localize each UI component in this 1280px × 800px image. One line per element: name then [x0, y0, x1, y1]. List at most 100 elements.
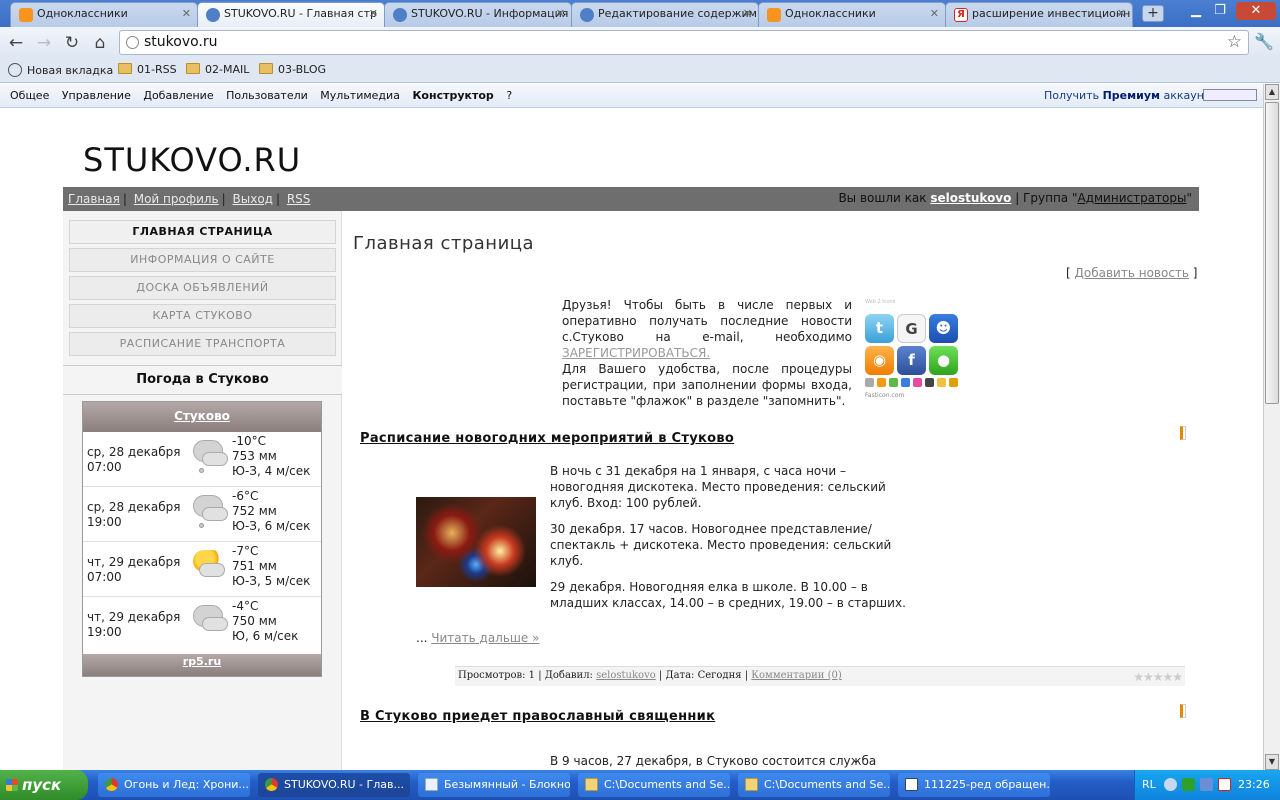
close-icon[interactable]: ✕ — [182, 7, 191, 20]
comments-link[interactable]: Комментарии (0) — [751, 670, 841, 681]
task-explorer-1[interactable]: C:\Documents and Se... — [578, 773, 730, 797]
share-icon[interactable] — [889, 378, 898, 387]
share-icon[interactable] — [877, 378, 886, 387]
admin-menu-media[interactable]: Мультимедиа — [320, 89, 400, 102]
bookmark-new-tab[interactable]: Новая вкладка — [8, 63, 113, 77]
window-close-icon[interactable]: ✕ — [1236, 2, 1276, 20]
group-link[interactable]: Администраторы — [1077, 191, 1186, 205]
bookmark-star-icon[interactable]: ☆ — [1227, 32, 1242, 52]
task-word[interactable]: 111225-ред обращен... — [898, 773, 1050, 797]
sidebar-item-board[interactable]: ДОСКА ОБЪЯВЛЕНИЙ — [69, 276, 336, 300]
weather-widget: Стуково ср, 28 декабря 07:00 -10°C 753 мм Ю… — [82, 401, 322, 677]
weather-city-link[interactable]: Стуково — [174, 409, 230, 423]
admin-menu-help[interactable]: ? — [506, 89, 512, 102]
share-icon[interactable] — [865, 378, 874, 387]
chat-icon[interactable]: ● — [929, 346, 958, 375]
task-notepad[interactable]: Безымянный - Блокнот — [418, 773, 570, 797]
tab-yandex[interactable]: Ярасширение инвестиционн ✕ — [945, 2, 1133, 27]
tray-icon[interactable] — [1182, 778, 1195, 791]
tab-odnoklassniki-2[interactable]: Одноклассники ✕ — [758, 2, 946, 27]
news-title-link[interactable]: В Стуково приедет православный священник — [360, 709, 715, 724]
admin-bar-slider[interactable] — [1203, 89, 1257, 101]
read-more: ... Читать дальше » — [416, 631, 540, 645]
author-link[interactable]: selostukovo — [596, 670, 656, 681]
admin-menu-add[interactable]: Добавление — [143, 89, 213, 102]
minimize-icon[interactable]: ▁ — [1185, 2, 1207, 20]
tray-icon[interactable] — [1218, 778, 1231, 791]
username-link[interactable]: selostukovo — [930, 191, 1011, 205]
close-icon[interactable]: ✕ — [743, 7, 752, 20]
nav-logout-link[interactable]: Выход — [233, 192, 273, 206]
language-indicator[interactable]: RL — [1142, 778, 1156, 791]
scroll-down-icon[interactable]: ▼ — [1265, 754, 1279, 770]
nav-rss-link[interactable]: RSS — [287, 192, 311, 206]
home-icon[interactable]: ⌂ — [89, 32, 111, 54]
cloud-icon — [193, 605, 228, 631]
news-flag-icon[interactable] — [1180, 426, 1186, 440]
rp5-link[interactable]: rp5.ru — [183, 655, 221, 668]
nav-home-link[interactable]: Главная — [68, 192, 120, 206]
sidebar-item-map[interactable]: КАРТА СТУКОВО — [69, 304, 336, 328]
sidebar-item-transport[interactable]: РАСПИСАНИЕ ТРАНСПОРТА — [69, 332, 336, 356]
task-explorer-2[interactable]: C:\Documents and Se... — [738, 773, 890, 797]
tab-stukovo-info[interactable]: STUKOVO.RU - Информация ✕ — [384, 2, 572, 27]
share-icon[interactable] — [937, 378, 946, 387]
bookmark-folder-blog[interactable]: 03-BLOG — [259, 63, 326, 76]
google-icon[interactable]: G — [897, 314, 926, 343]
admin-menu-manage[interactable]: Управление — [62, 89, 131, 102]
close-icon[interactable]: ✕ — [1117, 7, 1126, 20]
intro-text: Друзья! Чтобы быть в числе первых и опер… — [562, 298, 852, 408]
scroll-up-icon[interactable]: ▲ — [1265, 84, 1279, 100]
maximize-icon[interactable]: ❐ — [1209, 2, 1231, 20]
news-title-link[interactable]: Расписание новогодних мероприятий в Стук… — [360, 431, 734, 446]
scroll-thumb[interactable] — [1265, 102, 1279, 404]
news-flag-icon[interactable] — [1180, 704, 1186, 718]
premium-link[interactable]: Получить Премиум аккаунт — [1044, 89, 1210, 102]
bookmark-folder-rss[interactable]: 01-RSS — [118, 63, 177, 76]
task-chrome-2[interactable]: STUKOVO.RU - Глав... — [258, 773, 410, 797]
twitter-icon[interactable]: t — [865, 314, 894, 343]
close-icon[interactable]: ✕ — [556, 7, 565, 20]
facebook-icon[interactable]: f — [897, 346, 926, 375]
start-button[interactable]: пуск — [0, 770, 88, 800]
site-title[interactable]: STUKOVO.RU — [83, 141, 301, 179]
news-body: В 9 часов, 27 декабря, в Стуково состоит… — [550, 754, 877, 768]
tray-icon[interactable] — [1200, 778, 1213, 791]
task-chrome-1[interactable]: Огонь и Лед: Хрони... — [98, 773, 250, 797]
close-icon[interactable]: ✕ — [930, 7, 939, 20]
wrench-icon[interactable]: 🔧 — [1254, 32, 1274, 51]
address-bar[interactable]: stukovo.ru ☆ — [119, 30, 1249, 55]
reload-icon[interactable]: ↻ — [61, 32, 83, 54]
tab-odnoklassniki[interactable]: Одноклассники ✕ — [10, 2, 198, 27]
close-icon[interactable]: ✕ — [369, 7, 378, 20]
rss-icon[interactable]: ◉ — [865, 346, 894, 375]
nav-profile-link[interactable]: Мой профиль — [134, 192, 219, 206]
forward-icon[interactable]: → — [33, 32, 55, 54]
admin-menu-general[interactable]: Общее — [10, 89, 49, 102]
new-tab-button[interactable]: + — [1142, 5, 1164, 22]
rating-stars[interactable]: ★★★★★ — [1133, 670, 1183, 684]
page-scrollbar[interactable]: ▲ ▼ — [1263, 84, 1280, 770]
register-link[interactable]: ЗАРЕГИСТРИРОВАТЬСЯ. — [562, 346, 710, 360]
sidebar-item-home[interactable]: ГЛАВНАЯ СТРАНИЦА — [69, 220, 336, 244]
tab-edit-content[interactable]: Редактирование содержим ✕ — [571, 2, 759, 27]
add-news-link[interactable]: Добавить новость — [1075, 266, 1189, 280]
admin-menu-users[interactable]: Пользователи — [226, 89, 308, 102]
stukovo-icon — [393, 8, 407, 22]
back-icon[interactable]: ← — [5, 32, 27, 54]
admin-menu-constructor[interactable]: Конструктор — [412, 89, 493, 102]
share-icon[interactable] — [925, 378, 934, 387]
share-icon[interactable] — [901, 378, 910, 387]
tray-icon[interactable] — [1164, 778, 1177, 791]
bookmark-folder-mail[interactable]: 02-MAIL — [186, 63, 249, 76]
myspace-icon[interactable]: ☻ — [929, 314, 958, 343]
read-more-link[interactable]: Читать дальше » — [431, 631, 539, 645]
folder-icon — [585, 778, 598, 791]
share-icon[interactable] — [949, 378, 958, 387]
news-image[interactable] — [416, 497, 536, 587]
share-icon[interactable] — [913, 378, 922, 387]
browser-tab-strip: Одноклассники ✕ STUKOVO.RU - Главная стр ✕… — [0, 0, 1280, 27]
tab-stukovo-main[interactable]: STUKOVO.RU - Главная стр ✕ — [197, 2, 385, 27]
weather-footer: rp5.ru — [83, 654, 321, 676]
sidebar-item-about[interactable]: ИНФОРМАЦИЯ О САЙТЕ — [69, 248, 336, 272]
